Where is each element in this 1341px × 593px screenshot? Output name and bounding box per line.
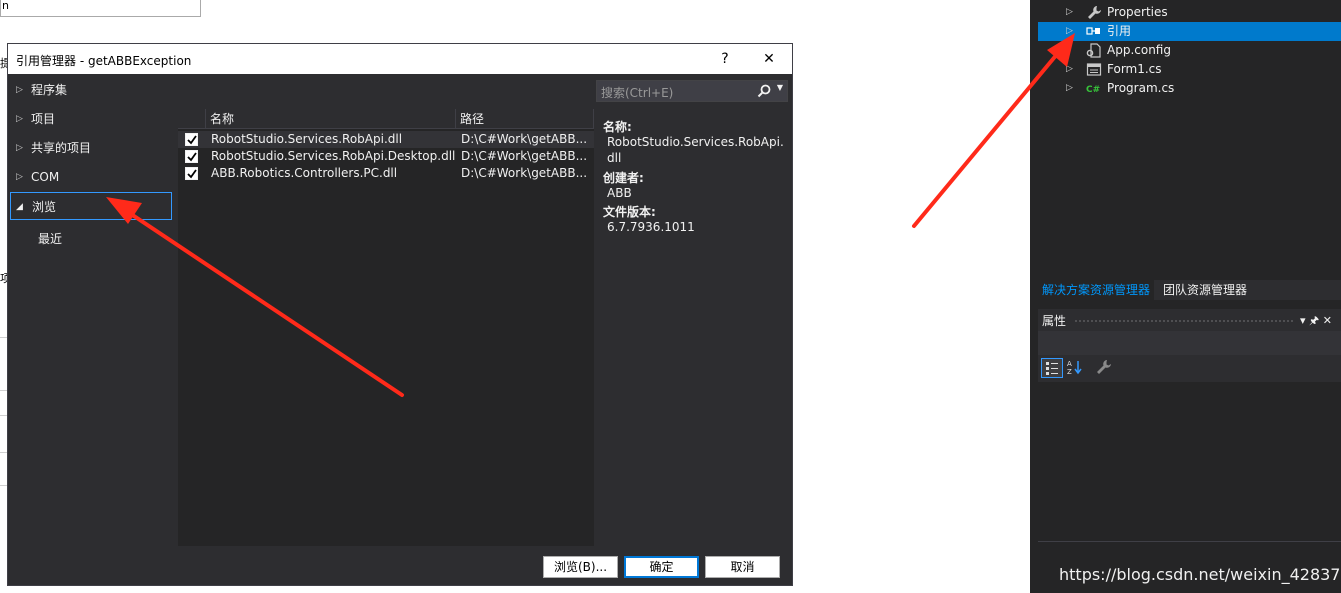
annotation-arrow-references <box>912 33 1075 228</box>
annotation-arrow-browse <box>106 197 404 397</box>
annotation-arrows <box>106 33 1075 397</box>
